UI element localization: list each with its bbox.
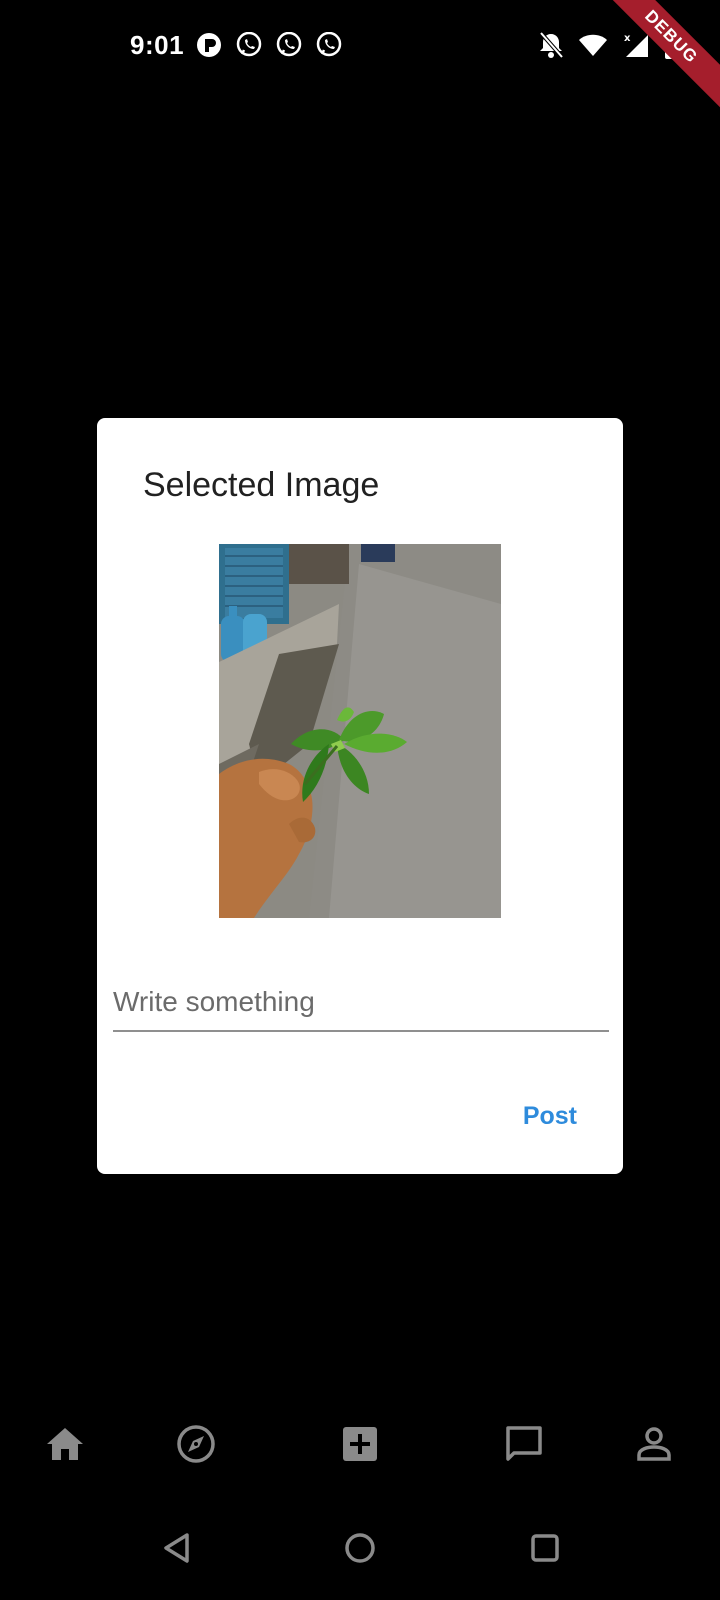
notifications-off-icon — [538, 31, 564, 64]
home-circle-icon[interactable] — [340, 1528, 380, 1568]
home-icon[interactable] — [41, 1420, 89, 1468]
viber-icon — [316, 31, 342, 58]
viber-icon — [276, 31, 302, 58]
dialog-title: Selected Image — [143, 466, 380, 504]
wifi-icon — [578, 32, 608, 63]
status-time: 9:01 — [130, 30, 185, 60]
app-r-icon — [196, 32, 222, 58]
system-navigation — [0, 1528, 720, 1588]
person-icon[interactable] — [630, 1420, 678, 1468]
svg-text:x: x — [624, 33, 631, 44]
status-bar: 9:01 x DEBUG — [0, 0, 720, 115]
screen: 9:01 x DEBUG Selected Image Write someth… — [0, 0, 720, 1600]
post-button[interactable]: Post — [523, 1098, 577, 1135]
recents-icon[interactable] — [525, 1528, 565, 1568]
notification-icons — [196, 31, 342, 58]
caption-input[interactable] — [113, 980, 609, 1024]
viber-icon — [236, 31, 262, 58]
signal-icon: x — [622, 31, 650, 64]
bottom-navigation — [0, 1420, 720, 1490]
caption-field[interactable] — [113, 980, 609, 1032]
add-box-icon[interactable] — [336, 1420, 384, 1468]
back-icon[interactable] — [157, 1528, 197, 1568]
selected-image-dialog: Selected Image Write something Post — [97, 418, 623, 1174]
selected-photo — [219, 544, 501, 918]
chat-icon[interactable] — [500, 1420, 548, 1468]
compass-icon[interactable] — [172, 1420, 220, 1468]
